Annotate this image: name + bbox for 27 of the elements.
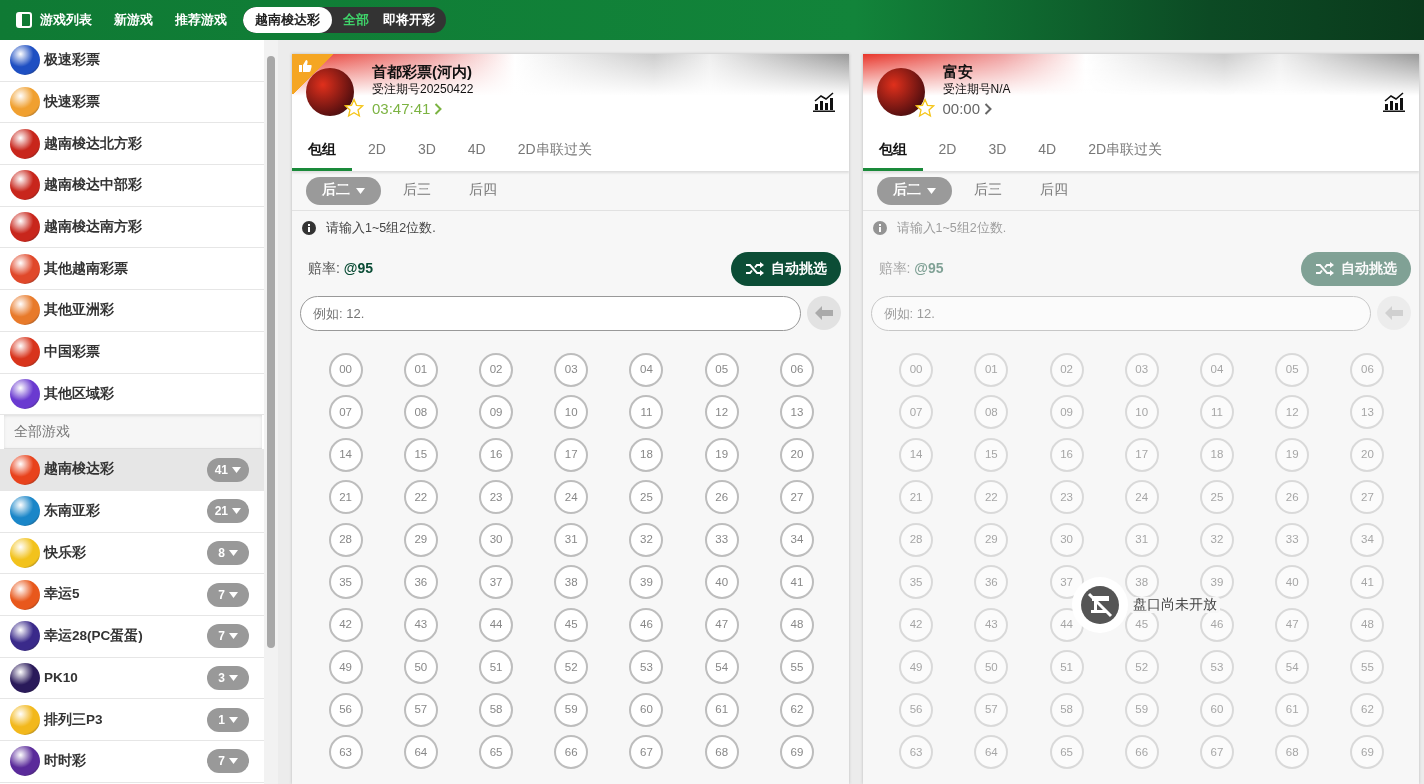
game-name: 快乐彩 xyxy=(44,543,87,562)
issue-number: 受注期号20250422 xyxy=(372,81,475,98)
game-name: 排列三P3 xyxy=(44,710,104,729)
game-name: 幸运28(PC蛋蛋) xyxy=(44,627,144,646)
panel-title: 富安 xyxy=(942,63,974,80)
panel-title: 首都彩票(河内) xyxy=(372,63,473,80)
category-name: 其他越南彩票 xyxy=(44,259,129,278)
category-name: 极速彩票 xyxy=(44,51,101,70)
odds-text: 赔率: @95 xyxy=(878,259,944,279)
category-name: 快速彩票 xyxy=(44,92,101,111)
game-name: 越南梭达彩 xyxy=(44,460,115,479)
category-name: 越南梭达北方彩 xyxy=(44,134,143,153)
category-name: 中国彩票 xyxy=(44,343,101,362)
category-name: 越南梭达南方彩 xyxy=(44,217,143,236)
category-name: 其他区域彩 xyxy=(44,384,115,403)
category-name: 越南梭达中部彩 xyxy=(44,176,143,195)
game-name: PK10 xyxy=(44,668,79,687)
issue-number: 受注期号N/A xyxy=(942,81,1012,98)
hint-text: 请输入1~5组2位数. xyxy=(896,220,1007,237)
hint-text: 请输入1~5组2位数. xyxy=(326,220,436,237)
closed-toast: 盘口尚未开放 xyxy=(1129,597,1220,613)
game-name: 东南亚彩 xyxy=(44,502,101,521)
game-name: 幸运5 xyxy=(44,585,81,604)
section-header: 全部游戏 xyxy=(4,415,262,450)
category-name: 其他亚洲彩 xyxy=(44,301,115,320)
odds-text: 赔率: @95 xyxy=(308,259,373,279)
game-name: 时时彩 xyxy=(44,752,87,771)
